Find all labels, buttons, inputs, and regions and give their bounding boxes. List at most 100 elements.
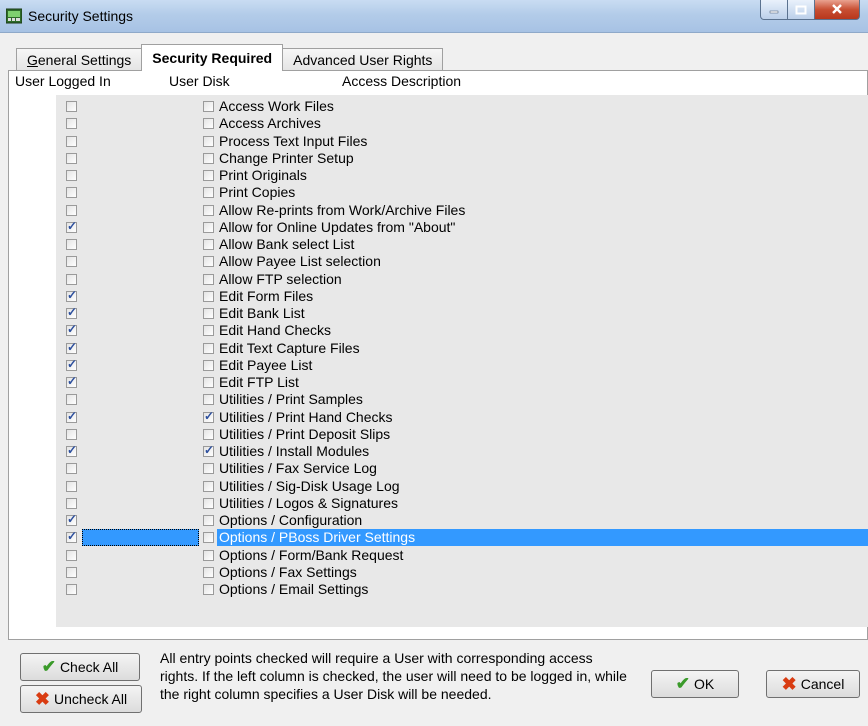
logged-in-checkbox[interactable] (66, 340, 77, 354)
logged-in-checkbox[interactable] (66, 135, 77, 147)
list-item[interactable]: Change Printer Setup (56, 150, 868, 167)
user-disk-checkbox[interactable] (203, 118, 214, 130)
user-disk-checkbox[interactable] (203, 308, 214, 319)
user-disk-checkbox[interactable] (203, 566, 214, 578)
logged-in-checkbox[interactable] (66, 512, 77, 526)
list-item[interactable]: Utilities / Install Modules (56, 443, 868, 460)
logged-in-checkbox[interactable] (66, 305, 77, 319)
user-disk-checkbox[interactable] (203, 497, 214, 509)
logged-in-checkbox[interactable] (66, 273, 77, 285)
user-disk-checkbox[interactable] (203, 290, 214, 302)
logged-in-checkbox[interactable] (66, 394, 77, 406)
logged-in-checkbox[interactable] (66, 170, 77, 181)
user-disk-checkbox[interactable] (203, 480, 214, 492)
list-item[interactable]: Options / Fax Settings (56, 564, 868, 581)
logged-in-checkbox[interactable] (66, 480, 77, 492)
logged-in-checkbox[interactable] (66, 288, 77, 302)
logged-in-checkbox[interactable] (66, 152, 77, 164)
access-rights-list[interactable]: Access Work Files Access Archives Process … (56, 95, 868, 627)
logged-in-checkbox[interactable] (66, 529, 77, 544)
user-disk-checkbox[interactable] (203, 152, 214, 164)
user-disk-checkbox[interactable] (203, 256, 214, 268)
user-disk-checkbox[interactable] (203, 221, 214, 233)
list-item[interactable]: Utilities / Print Deposit Slips (56, 426, 868, 443)
user-disk-checkbox[interactable] (203, 428, 214, 440)
user-disk-checkbox[interactable] (203, 325, 214, 337)
list-item[interactable]: Edit Form Files (56, 288, 868, 305)
check-all-button[interactable]: ✔ Check All (20, 653, 140, 681)
close-button[interactable] (815, 0, 860, 20)
user-disk-checkbox[interactable] (203, 443, 214, 457)
user-disk-checkbox[interactable] (203, 273, 214, 285)
logged-in-checkbox[interactable] (66, 428, 77, 440)
user-disk-checkbox[interactable] (203, 170, 214, 181)
tab-general-settings[interactable]: General Settings (16, 48, 143, 71)
list-item[interactable]: Options / Form/Bank Request (56, 547, 868, 564)
user-disk-checkbox[interactable] (203, 187, 214, 199)
logged-in-checkbox[interactable] (66, 409, 77, 423)
title-bar[interactable]: Security Settings (0, 0, 868, 33)
list-item[interactable]: Utilities / Logos & Signatures (56, 495, 868, 512)
logged-in-checkbox[interactable] (66, 322, 77, 337)
user-disk-checkbox[interactable] (203, 532, 214, 544)
list-item[interactable]: Allow Re-prints from Work/Archive Files (56, 202, 868, 219)
list-item[interactable]: Utilities / Print Hand Checks (56, 409, 868, 426)
user-disk-checkbox[interactable] (203, 239, 214, 250)
list-item[interactable]: Utilities / Sig-Disk Usage Log (56, 478, 868, 495)
list-item[interactable]: Allow Bank select List (56, 236, 868, 253)
list-item[interactable]: Options / PBoss Driver Settings (56, 529, 868, 547)
maximize-button[interactable] (788, 0, 815, 20)
user-disk-checkbox[interactable] (203, 409, 214, 423)
user-disk-checkbox[interactable] (203, 515, 214, 526)
list-item[interactable]: Utilities / Print Samples (56, 391, 868, 408)
minimize-button[interactable] (760, 0, 788, 20)
user-disk-checkbox[interactable] (203, 394, 214, 406)
tab-advanced-user-rights[interactable]: Advanced User Rights (282, 48, 444, 71)
logged-in-checkbox[interactable] (66, 256, 77, 268)
list-item[interactable]: Edit Hand Checks (56, 322, 868, 339)
list-item[interactable]: Allow FTP selection (56, 271, 868, 288)
logged-in-checkbox[interactable] (66, 357, 77, 371)
tab-security-required[interactable]: Security Required (141, 44, 284, 71)
logged-in-checkbox[interactable] (66, 549, 77, 561)
user-disk-checkbox[interactable] (203, 359, 214, 371)
list-item[interactable]: Utilities / Fax Service Log (56, 460, 868, 477)
logged-in-checkbox[interactable] (66, 463, 77, 475)
logged-in-checkbox[interactable] (66, 374, 77, 388)
list-item[interactable]: Process Text Input Files (56, 133, 868, 150)
list-item[interactable]: Edit Payee List (56, 357, 868, 374)
list-item[interactable]: Edit FTP List (56, 374, 868, 391)
logged-in-checkbox[interactable] (66, 204, 77, 216)
logged-in-checkbox[interactable] (66, 118, 77, 130)
list-item[interactable]: Access Work Files (56, 98, 868, 115)
cancel-button[interactable]: ✖ Cancel (766, 670, 860, 698)
list-item[interactable]: Options / Email Settings (56, 581, 868, 598)
uncheck-all-button[interactable]: ✖ Uncheck All (20, 685, 142, 713)
logged-in-checkbox[interactable] (66, 584, 77, 595)
logged-in-checkbox[interactable] (66, 497, 77, 509)
list-item[interactable]: Print Copies (56, 184, 868, 201)
user-disk-checkbox[interactable] (203, 101, 214, 112)
logged-in-checkbox[interactable] (66, 101, 77, 112)
list-item[interactable]: Allow Payee List selection (56, 253, 868, 270)
ok-button[interactable]: ✔ OK (651, 670, 739, 698)
user-disk-checkbox[interactable] (203, 377, 214, 388)
logged-in-checkbox[interactable] (66, 239, 77, 250)
user-disk-checkbox[interactable] (203, 549, 214, 561)
list-item[interactable]: Print Originals (56, 167, 868, 184)
logged-in-checkbox[interactable] (66, 443, 77, 457)
user-disk-checkbox[interactable] (203, 584, 214, 595)
logged-in-checkbox[interactable] (66, 566, 77, 578)
logged-in-checkbox[interactable] (66, 219, 77, 233)
user-disk-checkbox[interactable] (203, 463, 214, 475)
list-item[interactable]: Access Archives (56, 115, 868, 132)
list-item[interactable]: Edit Bank List (56, 305, 868, 322)
user-disk-checkbox[interactable] (203, 204, 214, 216)
user-disk-checkbox[interactable] (203, 342, 214, 354)
list-item[interactable]: Options / Configuration (56, 512, 868, 529)
list-item[interactable]: Allow for Online Updates from "About" (56, 219, 868, 236)
access-description-label: Utilities / Print Deposit Slips (219, 425, 391, 442)
logged-in-checkbox[interactable] (66, 187, 77, 199)
user-disk-checkbox[interactable] (203, 135, 214, 147)
list-item[interactable]: Edit Text Capture Files (56, 340, 868, 357)
